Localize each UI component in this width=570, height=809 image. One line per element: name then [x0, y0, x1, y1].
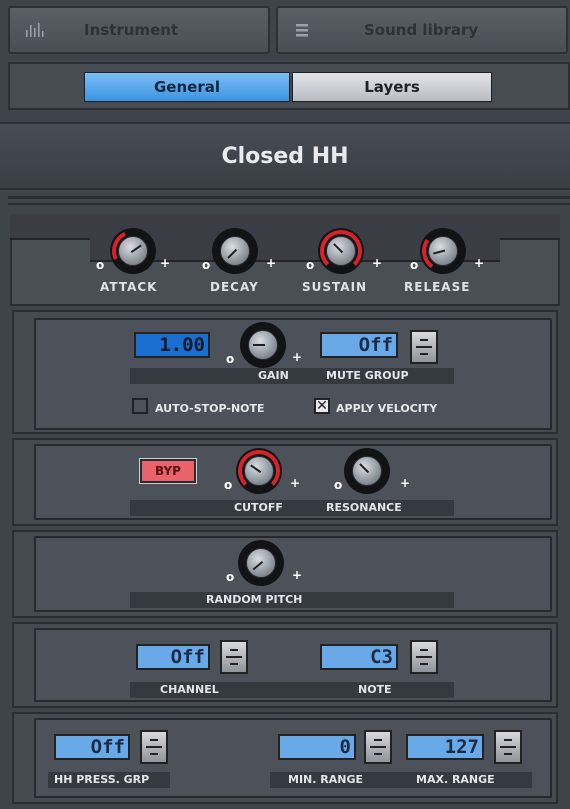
auto-stop-note-checkbox[interactable]	[132, 398, 148, 414]
gain-label: GAIN	[258, 369, 289, 382]
instrument-name-text: Closed HH	[221, 143, 349, 169]
tab-general[interactable]: General	[84, 72, 290, 102]
decay-label: DECAY	[210, 280, 259, 294]
tab-general-label: General	[154, 78, 220, 96]
apply-velocity-checkbox[interactable]: ✕	[314, 398, 330, 414]
minus-icon: o	[224, 478, 233, 492]
min-range-spinner[interactable]	[364, 730, 392, 764]
random-pitch-knob[interactable]	[238, 540, 284, 586]
plus-icon: +	[474, 256, 485, 270]
decay-knob[interactable]	[212, 228, 258, 274]
channel-display[interactable]: Off	[136, 644, 210, 670]
plus-icon: +	[400, 476, 411, 490]
minus-icon: o	[226, 352, 235, 366]
pitch-labelbar: RANDOM PITCH	[130, 592, 454, 608]
random-pitch-label: RANDOM PITCH	[206, 593, 303, 606]
gain-knob[interactable]	[240, 322, 286, 368]
divider	[8, 203, 570, 205]
minus-icon: o	[410, 258, 419, 272]
note-label: NOTE	[358, 683, 392, 696]
channel-spinner[interactable]	[220, 640, 248, 674]
mute-group-display[interactable]: Off	[320, 332, 398, 358]
gain-display[interactable]: 1.00	[134, 332, 210, 358]
filter-bypass-button[interactable]: BYP	[139, 458, 197, 484]
min-range-label: MIN. RANGE	[288, 773, 363, 786]
mute-group-spinner[interactable]	[410, 330, 438, 364]
tab-sound-library[interactable]: Sound library	[276, 6, 568, 54]
resonance-label: RESONANCE	[326, 501, 402, 514]
hh-press-group-display[interactable]: Off	[54, 734, 130, 760]
hh-labelbar-right: MIN. RANGE MAX. RANGE	[270, 772, 532, 788]
hh-labelbar-left: HH PRESS. GRP	[48, 772, 170, 788]
mute-group-label: MUTE GROUP	[326, 369, 409, 382]
tab-instrument-label: Instrument	[84, 21, 179, 39]
hh-press-group-spinner[interactable]	[140, 730, 168, 764]
gain-labelbar: GAIN MUTE GROUP	[130, 368, 454, 384]
plus-icon: +	[292, 350, 303, 364]
cutoff-knob[interactable]	[236, 448, 282, 494]
hh-press-group-label: HH PRESS. GRP	[54, 773, 150, 786]
instrument-name: Closed HH	[0, 122, 570, 190]
tab-layers[interactable]: Layers	[292, 72, 492, 102]
note-spinner[interactable]	[410, 640, 438, 674]
minus-icon: o	[96, 258, 105, 272]
min-range-display[interactable]: 0	[278, 734, 356, 760]
attack-knob[interactable]	[106, 224, 160, 278]
minus-icon: o	[306, 258, 315, 272]
max-range-label: MAX. RANGE	[416, 773, 495, 786]
minus-icon: o	[334, 478, 343, 492]
sustain-knob[interactable]	[318, 228, 364, 274]
plus-icon: +	[292, 568, 303, 582]
attack-label: ATTACK	[100, 280, 158, 294]
sustain-label: SUSTAIN	[302, 280, 368, 294]
cutoff-label: CUTOFF	[234, 501, 283, 514]
instrument-bars-icon	[24, 21, 46, 39]
plus-icon: +	[372, 256, 383, 270]
tab-instrument[interactable]: Instrument	[8, 6, 270, 54]
note-display[interactable]: C3	[320, 644, 398, 670]
plus-icon: +	[160, 256, 171, 270]
tab-sound-library-label: Sound library	[364, 21, 479, 39]
midi-labelbar: CHANNEL NOTE	[130, 682, 454, 698]
auto-stop-note-label: AUTO-STOP-NOTE	[155, 402, 265, 415]
apply-velocity-label: APPLY VELOCITY	[336, 402, 438, 415]
list-icon	[292, 21, 314, 39]
resonance-knob[interactable]	[344, 448, 390, 494]
channel-label: CHANNEL	[160, 683, 219, 696]
tab-layers-label: Layers	[364, 78, 420, 96]
release-knob[interactable]	[418, 226, 468, 276]
minus-icon: o	[202, 258, 211, 272]
divider	[8, 196, 570, 199]
release-label: RELEASE	[404, 280, 471, 294]
filter-labelbar: CUTOFF RESONANCE	[130, 500, 454, 516]
plus-icon: +	[266, 256, 277, 270]
max-range-display[interactable]: 127	[406, 734, 484, 760]
plus-icon: +	[290, 476, 301, 490]
minus-icon: o	[226, 570, 235, 584]
max-range-spinner[interactable]	[494, 730, 522, 764]
envelope-header	[10, 214, 560, 240]
